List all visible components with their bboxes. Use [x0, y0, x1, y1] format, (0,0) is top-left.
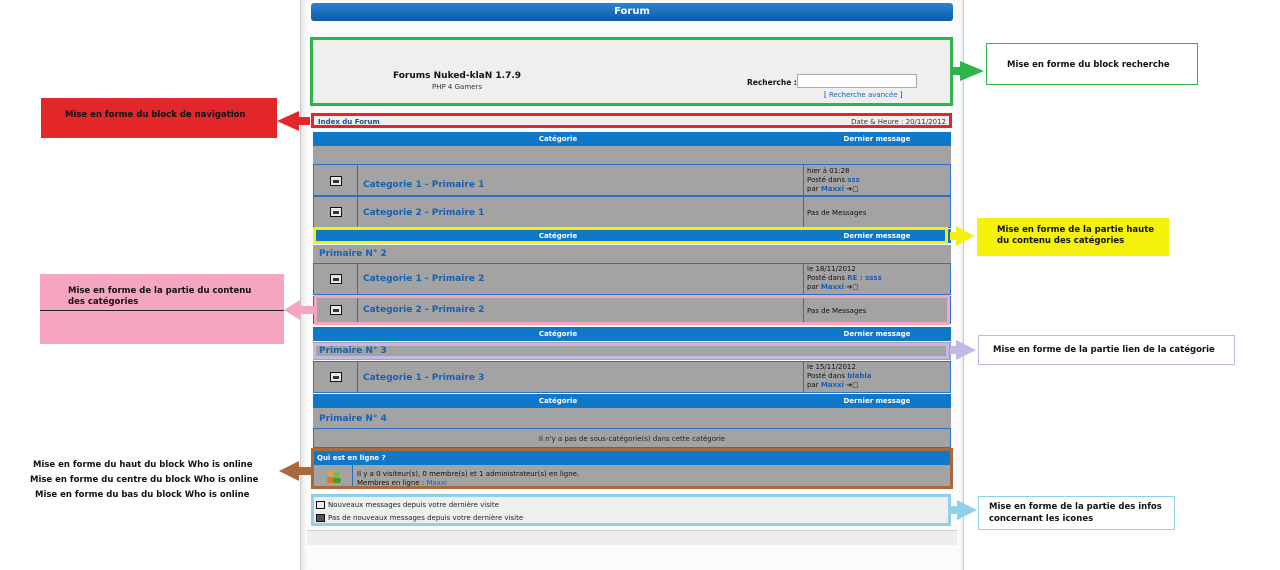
table-header: Catégorie Dernier message	[313, 394, 951, 408]
highlight-yellow	[313, 227, 948, 244]
callout-category-link: Mise en forme de la partie lien de la ca…	[978, 335, 1235, 365]
table-row: Categorie 1 - Primaire 3 le 15/11/2012 P…	[313, 361, 951, 393]
date-time: Date & Heure : 20/11/2012	[851, 118, 946, 126]
who-is-online-title: Qui est en ligne ?	[314, 451, 950, 465]
site-subtitle: PHP 4 Gamers	[432, 83, 482, 91]
callout-search: Mise en forme du block recherche	[986, 43, 1198, 85]
no-new-messages-icon	[316, 514, 325, 522]
who-is-online-block: Qui est en ligne ? Il y a 0 visiteur(s),…	[311, 448, 953, 489]
icon-legend: Nouveaux messages depuis votre dernière …	[311, 494, 951, 526]
category-link[interactable]: Categorie 1 - Primaire 2	[363, 274, 484, 284]
callout-category-top: Mise en forme de la partie haute du cont…	[977, 218, 1169, 256]
forum-status-icon	[330, 176, 342, 186]
arrow-right-icon	[956, 226, 974, 246]
search-label: Recherche :	[747, 78, 797, 87]
table-header: Catégorie Dernier message	[313, 327, 951, 341]
arrow-left-icon	[279, 461, 299, 481]
last-message: hier à 01:28 Posté dans sss par Maxxi ➔▢	[804, 165, 950, 195]
arrow-right-icon	[957, 500, 977, 520]
user-link[interactable]: Maxxi	[821, 381, 844, 389]
callout-icons-info: Mise en forme de la partie des infos con…	[978, 496, 1175, 530]
section-link[interactable]: Primaire N° 3	[319, 346, 387, 356]
online-members: Membres en ligne : Maxxi	[357, 479, 447, 487]
goto-arrow-icon[interactable]: ➔▢	[846, 381, 858, 389]
section-row	[313, 245, 951, 263]
forum-title-bar: Forum	[311, 3, 953, 21]
topic-link[interactable]: sss	[847, 176, 860, 184]
advanced-search-label: Recherche avancée	[828, 91, 898, 99]
empty-message: Il n'y a pas de sous-catégorie(s) dans c…	[538, 435, 726, 443]
arrow-right-icon	[956, 340, 976, 360]
category-link[interactable]: Categorie 1 - Primaire 3	[363, 373, 484, 383]
forum-status-icon	[330, 372, 342, 382]
section-link[interactable]: Primaire N° 2	[319, 249, 387, 259]
goto-arrow-icon[interactable]: ➔▢	[846, 185, 858, 193]
navigation-block: Index du Forum Date & Heure : 20/11/2012	[311, 113, 952, 128]
last-message: le 18/11/2012 Posté dans RE : ssss par M…	[807, 265, 882, 291]
goto-arrow-icon[interactable]: ➔▢	[846, 283, 858, 291]
table-row: Categorie 2 - Primaire 1 Pas de Messages	[313, 196, 951, 228]
section-row	[313, 408, 951, 428]
forum-index-link[interactable]: Index du Forum	[318, 118, 380, 126]
col-category: Catégorie	[538, 135, 578, 143]
callout-nav: Mise en forme du block de navigation	[41, 98, 277, 138]
col-last-message: Dernier message	[843, 135, 911, 143]
empty-row: Il n'y a pas de sous-catégorie(s) dans c…	[313, 428, 951, 448]
callout-category-content: Mise en forme de la partie du contenu de…	[40, 274, 284, 344]
legend-no-new: Pas de nouveaux messages depuis votre de…	[316, 514, 523, 522]
highlight-lavender	[313, 343, 949, 359]
table-header: Catégorie Dernier message	[313, 132, 951, 146]
member-link[interactable]: Maxxi	[426, 479, 447, 487]
new-messages-icon	[316, 501, 325, 509]
forum-status-icon	[330, 274, 342, 284]
user-link[interactable]: Maxxi	[821, 185, 844, 193]
section-link[interactable]: Primaire N° 4	[319, 414, 387, 424]
arrow-left-icon	[284, 300, 300, 320]
arrow-left-icon	[277, 111, 299, 131]
online-count: Il y a 0 visiteur(s), 0 membre(s) et 1 a…	[357, 470, 580, 478]
last-date: hier à 01:28	[807, 167, 850, 175]
topic-link[interactable]: blabla	[847, 372, 871, 380]
search-block: Forums Nuked-klaN 1.7.9 PHP 4 Gamers Rec…	[310, 37, 953, 106]
section-row-empty	[313, 146, 951, 164]
advanced-search-link[interactable]: [ Recherche avancée ]	[824, 91, 903, 99]
user-link[interactable]: Maxxi	[821, 283, 844, 291]
search-input[interactable]	[797, 74, 917, 88]
last-message: Pas de Messages	[807, 209, 867, 217]
category-link[interactable]: Categorie 1 - Primaire 1	[363, 180, 484, 190]
arrow-right-icon	[960, 61, 984, 81]
topic-link[interactable]: RE : ssss	[847, 274, 882, 282]
forum-status-icon	[330, 207, 342, 217]
table-row: Categorie 1 - Primaire 1 hier à 01:28 Po…	[313, 164, 951, 196]
last-message: le 15/11/2012 Posté dans blabla par Maxx…	[807, 363, 872, 389]
category-link[interactable]: Categorie 2 - Primaire 1	[363, 208, 484, 218]
users-icon	[327, 471, 341, 483]
legend-new: Nouveaux messages depuis votre dernière …	[316, 501, 499, 509]
table-row: Categorie 1 - Primaire 2 le 18/11/2012 P…	[313, 263, 951, 295]
highlight-pink	[314, 295, 950, 325]
site-title: Forums Nuked-klaN 1.7.9	[392, 71, 522, 81]
